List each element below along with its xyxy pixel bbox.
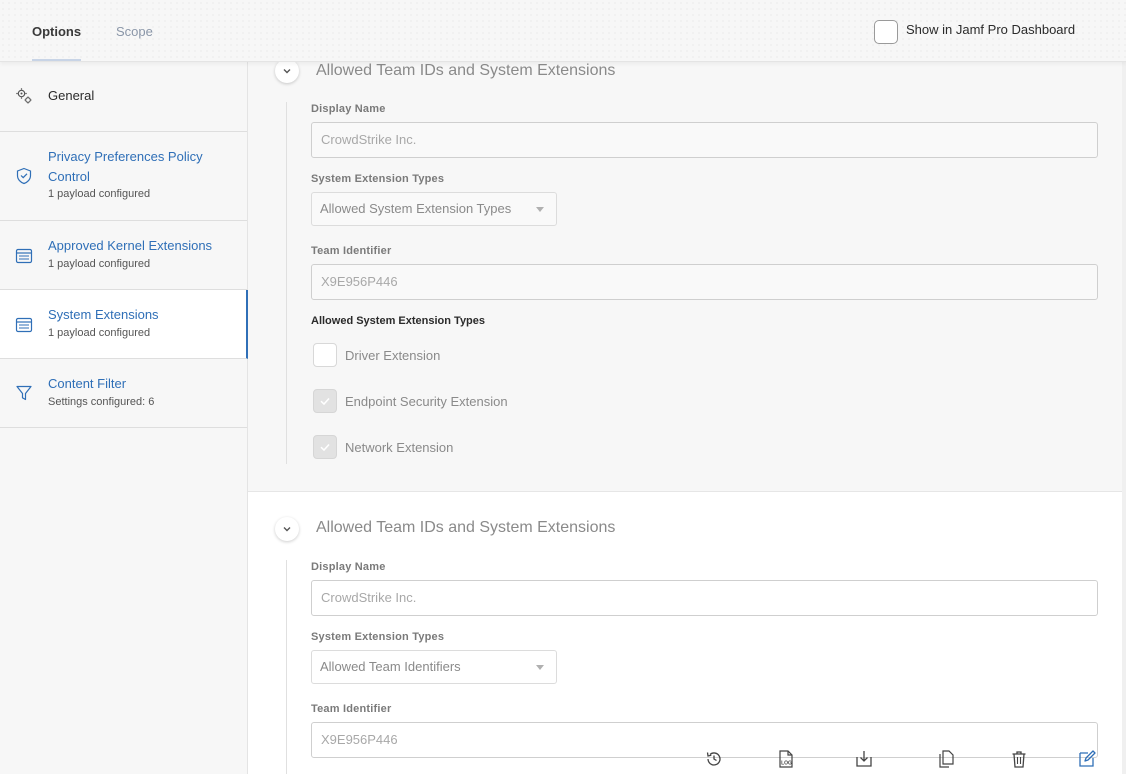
endpoint-security-extension-checkbox[interactable] [313, 389, 337, 413]
chevron-down-icon [283, 527, 291, 532]
sidebar-item-label: System Extensions [48, 307, 159, 322]
sidebar-item-subtitle: 1 payload configured [48, 327, 151, 339]
sidebar-item-general[interactable]: General [0, 62, 247, 132]
checkmark-icon [320, 443, 330, 452]
checkbox-label: Network Extension [345, 439, 454, 455]
filter-icon [16, 385, 32, 401]
sidebar-item-approved-kernel-extensions[interactable]: Approved Kernel Extensions 1 payload con… [0, 221, 247, 290]
system-extension-types-label: System Extension Types [311, 631, 445, 643]
sidebar-item-subtitle: Settings configured: 6 [48, 396, 155, 408]
edit-icon[interactable] [1077, 749, 1097, 769]
chevron-down-icon [283, 69, 291, 74]
payload-section-1: Allowed Team IDs and System Extensions D… [248, 62, 1122, 492]
sidebar-item-content-filter[interactable]: Content Filter Settings configured: 6 [0, 359, 247, 428]
shield-icon [16, 167, 32, 185]
extension-icon [15, 317, 33, 333]
network-extension-option[interactable]: Network Extension [313, 435, 453, 459]
show-in-dashboard-toggle[interactable]: Show in Jamf Pro Dashboard [874, 20, 1075, 44]
scrollbar[interactable] [1122, 62, 1126, 774]
sidebar-item-privacy-preferences[interactable]: Privacy Preferences Policy Control 1 pay… [0, 132, 247, 221]
sidebar-item-label: Privacy Preferences Policy Control [48, 149, 203, 184]
network-extension-checkbox[interactable] [313, 435, 337, 459]
trash-icon[interactable] [1009, 749, 1029, 769]
checkbox-label: Endpoint Security Extension [345, 393, 508, 409]
collapse-button[interactable] [275, 517, 299, 541]
team-identifier-label: Team Identifier [311, 245, 392, 257]
sidebar-item-subtitle: 1 payload configured [48, 188, 151, 200]
header-bar: Options Scope Show in Jamf Pro Dashboard [0, 0, 1126, 62]
sidebar-item-subtitle: 1 payload configured [48, 258, 151, 270]
driver-extension-option[interactable]: Driver Extension [313, 343, 440, 367]
select-value: Allowed System Extension Types [320, 201, 512, 216]
main-content: Allowed Team IDs and System Extensions D… [248, 62, 1126, 774]
tab-scope[interactable]: Scope [116, 24, 153, 39]
active-tab-indicator [32, 59, 81, 61]
show-in-dashboard-label: Show in Jamf Pro Dashboard [906, 21, 1076, 37]
display-name-input[interactable]: CrowdStrike Inc. [311, 122, 1098, 158]
driver-extension-checkbox[interactable] [313, 343, 337, 367]
checkbox-label: Driver Extension [345, 347, 441, 363]
download-icon[interactable] [854, 749, 874, 769]
payload-section-2: Allowed Team IDs and System Extensions D… [248, 492, 1122, 774]
display-name-label: Display Name [311, 103, 386, 115]
section-title: Allowed Team IDs and System Extensions [316, 62, 616, 79]
section-divider [286, 102, 287, 464]
gear-icon [16, 88, 32, 104]
history-icon[interactable] [704, 749, 724, 769]
team-identifier-input[interactable]: X9E956P446 [311, 264, 1098, 300]
team-identifier-label: Team Identifier [311, 703, 392, 715]
sidebar-item-label: Content Filter [48, 376, 127, 391]
dropdown-arrow-icon [536, 207, 544, 212]
select-value: Allowed Team Identifiers [320, 659, 461, 674]
section-title: Allowed Team IDs and System Extensions [316, 519, 616, 536]
checkmark-icon [320, 397, 330, 406]
sidebar-item-label: General [48, 88, 95, 103]
extension-icon [15, 248, 33, 264]
section-divider [286, 560, 287, 774]
clone-icon[interactable] [936, 749, 956, 769]
endpoint-security-extension-option[interactable]: Endpoint Security Extension [313, 389, 508, 413]
log-icon-text: LOG [781, 761, 792, 767]
tab-options[interactable]: Options [32, 24, 81, 39]
collapse-button[interactable] [275, 62, 299, 83]
display-name-input[interactable]: CrowdStrike Inc. [311, 580, 1098, 616]
sidebar: General Privacy Preferences Policy Contr… [0, 62, 248, 774]
dropdown-arrow-icon [536, 665, 544, 670]
system-extension-types-select[interactable]: Allowed System Extension Types [311, 192, 557, 226]
system-extension-types-label: System Extension Types [311, 173, 445, 185]
display-name-label: Display Name [311, 561, 386, 573]
sidebar-item-system-extensions[interactable]: System Extensions 1 payload configured [0, 290, 248, 359]
log-icon[interactable]: LOG [776, 749, 796, 769]
allowed-types-title: Allowed System Extension Types [311, 315, 486, 327]
show-in-dashboard-checkbox[interactable] [874, 20, 898, 44]
system-extension-types-select[interactable]: Allowed Team Identifiers [311, 650, 557, 684]
sidebar-item-label: Approved Kernel Extensions [48, 238, 213, 253]
